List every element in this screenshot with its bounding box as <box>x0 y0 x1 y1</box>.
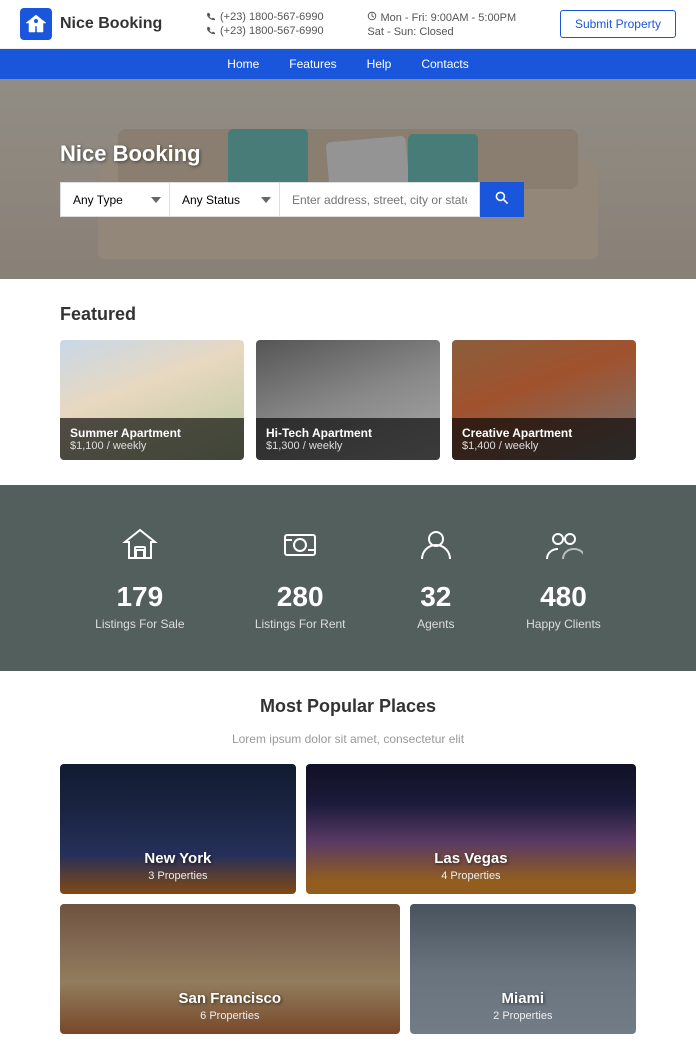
featured-section: Featured Summer Apartment $1,100 / weekl… <box>0 279 696 485</box>
place-info-sf: San Francisco 6 Properties <box>60 990 400 1022</box>
place-props-miami: 2 Properties <box>410 1010 636 1022</box>
nav-help[interactable]: Help <box>367 57 392 71</box>
stat-label-agents: Agents <box>416 617 456 631</box>
places-grid-bottom: San Francisco 6 Properties Miami 2 Prope… <box>60 904 636 1034</box>
places-title: Most Popular Places <box>60 696 636 717</box>
site-header: Nice Booking (+23) 1800-567-6990 (+23) 1… <box>0 0 696 49</box>
places-grid-top: New York 3 Properties Las Vegas 4 Proper… <box>60 764 636 894</box>
stat-clients: 480 Happy Clients <box>526 525 601 631</box>
nav-contacts[interactable]: Contacts <box>421 57 468 71</box>
stat-num-sale: 179 <box>95 581 184 613</box>
nav-home[interactable]: Home <box>227 57 259 71</box>
card-creative[interactable]: Creative Apartment $1,400 / weekly <box>452 340 636 460</box>
search-icon <box>494 190 510 206</box>
place-props-lv: 4 Properties <box>306 870 636 882</box>
submit-property-button[interactable]: Submit Property <box>560 10 676 38</box>
card-info-hitech: Hi-Tech Apartment $1,300 / weekly <box>256 418 440 460</box>
place-card-sf[interactable]: San Francisco 6 Properties <box>60 904 400 1034</box>
card-price-creative: $1,400 / weekly <box>462 440 626 452</box>
clients-icon <box>526 525 601 573</box>
main-nav: Home Features Help Contacts <box>0 49 696 79</box>
status-select[interactable]: Any Status For Sale For Rent <box>170 182 280 217</box>
card-name-creative: Creative Apartment <box>462 426 626 440</box>
place-name-miami: Miami <box>410 990 636 1007</box>
agent-icon <box>416 525 456 573</box>
place-card-miami[interactable]: Miami 2 Properties <box>410 904 636 1034</box>
card-name-summer: Summer Apartment <box>70 426 234 440</box>
card-info-summer: Summer Apartment $1,100 / weekly <box>60 418 244 460</box>
logo-text: Nice Booking <box>60 15 162 33</box>
place-name-sf: San Francisco <box>60 990 400 1007</box>
place-name-ny: New York <box>60 850 296 867</box>
hero-title: Nice Booking <box>60 141 524 167</box>
search-button[interactable] <box>480 182 524 217</box>
card-summer[interactable]: Summer Apartment $1,100 / weekly <box>60 340 244 460</box>
type-select[interactable]: Any Type Apartment House Villa Office <box>60 182 170 217</box>
place-card-ny[interactable]: New York 3 Properties <box>60 764 296 894</box>
stats-section: 179 Listings For Sale 280 Listings For R… <box>0 485 696 671</box>
money-icon <box>255 525 346 573</box>
stat-label-rent: Listings For Rent <box>255 617 346 631</box>
place-props-sf: 6 Properties <box>60 1010 400 1022</box>
place-info-ny: New York 3 Properties <box>60 850 296 882</box>
featured-cards: Summer Apartment $1,100 / weekly Hi-Tech… <box>60 340 636 460</box>
phone2-icon <box>206 26 216 36</box>
phone-icon <box>206 12 216 22</box>
stat-num-rent: 280 <box>255 581 346 613</box>
places-title-wrap: Most Popular Places Lorem ipsum dolor si… <box>60 696 636 746</box>
hero-content: Nice Booking Any Type Apartment House Vi… <box>0 111 584 247</box>
card-hitech[interactable]: Hi-Tech Apartment $1,300 / weekly <box>256 340 440 460</box>
stat-listings-rent: 280 Listings For Rent <box>255 525 346 631</box>
logo[interactable]: Nice Booking <box>20 8 162 40</box>
place-info-lv: Las Vegas 4 Properties <box>306 850 636 882</box>
stat-num-agents: 32 <box>416 581 456 613</box>
stat-label-clients: Happy Clients <box>526 617 601 631</box>
card-name-hitech: Hi-Tech Apartment <box>266 426 430 440</box>
header-hours: Mon - Fri: 9:00AM - 5:00PM Sat - Sun: Cl… <box>367 11 516 38</box>
nav-features[interactable]: Features <box>289 57 336 71</box>
hero-section: Nice Booking Any Type Apartment House Vi… <box>0 79 696 279</box>
stat-num-clients: 480 <box>526 581 601 613</box>
card-price-summer: $1,100 / weekly <box>70 440 234 452</box>
clock-icon <box>367 11 377 21</box>
place-name-lv: Las Vegas <box>306 850 636 867</box>
featured-title: Featured <box>60 304 636 325</box>
search-bar: Any Type Apartment House Villa Office An… <box>60 182 524 217</box>
stat-agents: 32 Agents <box>416 525 456 631</box>
place-info-miami: Miami 2 Properties <box>410 990 636 1022</box>
places-subtitle: Lorem ipsum dolor sit amet, consectetur … <box>60 732 636 746</box>
logo-icon <box>20 8 52 40</box>
card-price-hitech: $1,300 / weekly <box>266 440 430 452</box>
header-contact: (+23) 1800-567-6990 (+23) 1800-567-6990 <box>206 11 324 37</box>
place-card-lv[interactable]: Las Vegas 4 Properties <box>306 764 636 894</box>
place-props-ny: 3 Properties <box>60 870 296 882</box>
stat-label-sale: Listings For Sale <box>95 617 184 631</box>
stat-listings-sale: 179 Listings For Sale <box>95 525 184 631</box>
card-info-creative: Creative Apartment $1,400 / weekly <box>452 418 636 460</box>
home-icon <box>95 525 184 573</box>
places-section: Most Popular Places Lorem ipsum dolor si… <box>0 671 696 1064</box>
address-input[interactable] <box>280 182 480 217</box>
